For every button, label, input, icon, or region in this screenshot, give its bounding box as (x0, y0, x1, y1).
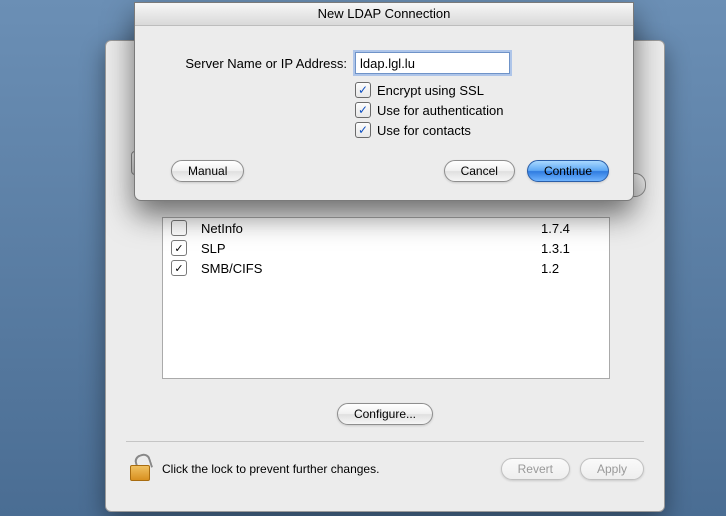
server-address-label: Server Name or IP Address: (159, 56, 355, 71)
apply-button[interactable]: Apply (580, 458, 644, 480)
configure-button[interactable]: Configure... (337, 403, 433, 425)
table-row[interactable]: ✓ SLP 1.3.1 (163, 238, 609, 258)
service-version: 1.2 (541, 261, 601, 276)
cancel-button[interactable]: Cancel (444, 160, 515, 182)
continue-button-label: Continue (544, 164, 592, 178)
service-name: NetInfo (201, 221, 541, 236)
configure-button-label: Configure... (354, 407, 416, 421)
new-ldap-connection-sheet: New LDAP Connection Server Name or IP Ad… (134, 2, 634, 201)
service-checkbox[interactable] (171, 220, 187, 236)
encrypt-ssl-label: Encrypt using SSL (377, 83, 484, 98)
use-authentication-label: Use for authentication (377, 103, 503, 118)
service-checkbox[interactable]: ✓ (171, 240, 187, 256)
service-name: SLP (201, 241, 541, 256)
table-row[interactable]: ✓ SMB/CIFS 1.2 (163, 258, 609, 278)
encrypt-ssl-checkbox[interactable]: ✓ (355, 82, 371, 98)
revert-button-label: Revert (518, 462, 553, 476)
cancel-button-label: Cancel (461, 164, 498, 178)
server-address-input[interactable] (355, 52, 510, 74)
use-auth-row[interactable]: ✓ Use for authentication (355, 100, 609, 120)
separator (126, 441, 644, 442)
use-contacts-label: Use for contacts (377, 123, 471, 138)
sheet-title: New LDAP Connection (135, 3, 633, 26)
service-version: 1.7.4 (541, 221, 601, 236)
revert-button[interactable]: Revert (501, 458, 570, 480)
continue-button[interactable]: Continue (527, 160, 609, 182)
encrypt-ssl-row[interactable]: ✓ Encrypt using SSL (355, 80, 609, 100)
apply-button-label: Apply (597, 462, 627, 476)
table-row[interactable]: NetInfo 1.7.4 (163, 218, 609, 238)
service-checkbox[interactable]: ✓ (171, 260, 187, 276)
manual-button[interactable]: Manual (171, 160, 244, 182)
use-authentication-checkbox[interactable]: ✓ (355, 102, 371, 118)
manual-button-label: Manual (188, 164, 227, 178)
lock-icon[interactable] (126, 455, 154, 483)
service-version: 1.3.1 (541, 241, 601, 256)
service-name: SMB/CIFS (201, 261, 541, 276)
use-contacts-row[interactable]: ✓ Use for contacts (355, 120, 609, 140)
lock-help-text: Click the lock to prevent further change… (162, 462, 501, 476)
window-footer: Click the lock to prevent further change… (126, 455, 644, 483)
use-contacts-checkbox[interactable]: ✓ (355, 122, 371, 138)
services-table: NetInfo 1.7.4 ✓ SLP 1.3.1 ✓ SMB/CIFS 1.2 (162, 217, 610, 379)
